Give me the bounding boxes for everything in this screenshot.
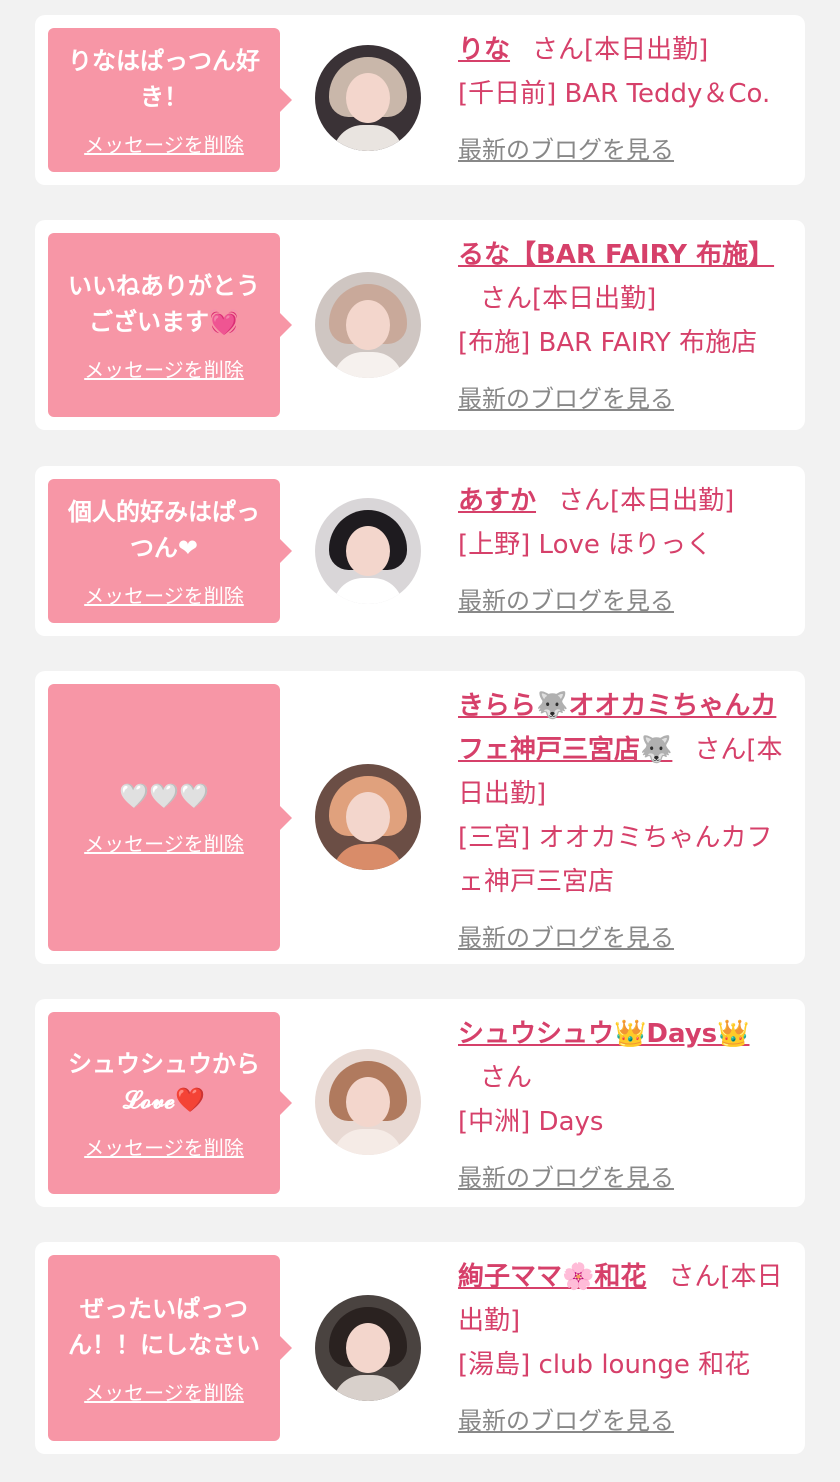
shop-info: [千日前] BAR Teddy＆Co. xyxy=(458,79,771,109)
message-text: りなはぱっつん好き！ xyxy=(68,46,260,111)
delete-message-link[interactable]: メッセージを削除 xyxy=(84,828,244,857)
message-bubble: りなはぱっつん好き！ メッセージを削除 xyxy=(48,28,292,172)
message-card: ぜったいぱっつん！！にしなさい メッセージを削除 絢子ママ🌸和花 さん[本日出勤]… xyxy=(35,1242,805,1454)
avatar[interactable] xyxy=(315,1049,421,1155)
message-list: りなはぱっつん好き！ メッセージを削除 りな さん[本日出勤] [千日前] BAR… xyxy=(0,0,840,1482)
message-bubble: シュウシュウから𝓛𝓸𝓿𝓮❤️ メッセージを削除 xyxy=(48,1012,292,1194)
message-card: 🤍🤍🤍 メッセージを削除 きらら🐺オオカミちゃんカフェ神戸三宮店🐺 さん[本日出勤… xyxy=(35,671,805,964)
cast-info: りな さん[本日出勤] [千日前] BAR Teddy＆Co. 最新のブログを見る xyxy=(458,28,788,165)
avatar[interactable] xyxy=(315,45,421,151)
latest-blog-link[interactable]: 最新のブログを見る xyxy=(458,379,674,414)
shop-info: [上野] Love ほりっく xyxy=(458,530,713,560)
message-bubble: 🤍🤍🤍 メッセージを削除 xyxy=(48,684,292,951)
latest-blog-link[interactable]: 最新のブログを見る xyxy=(458,130,674,165)
message-card: 個人的好みはぱっつん❤ メッセージを削除 あすか さん[本日出勤] [上野] Lo… xyxy=(35,466,805,636)
delete-message-link[interactable]: メッセージを削除 xyxy=(84,1377,244,1406)
cast-info: あすか さん[本日出勤] [上野] Love ほりっく 最新のブログを見る xyxy=(458,479,788,616)
cast-info: るな【BAR FAIRY 布施】さん[本日出勤] [布施] BAR FAIRY … xyxy=(458,233,788,414)
latest-blog-link[interactable]: 最新のブログを見る xyxy=(458,1158,674,1193)
latest-blog-link[interactable]: 最新のブログを見る xyxy=(458,918,674,953)
avatar[interactable] xyxy=(315,272,421,378)
cast-name-link[interactable]: シュウシュウ👑Days👑 xyxy=(458,1019,750,1049)
cast-name-link[interactable]: あすか xyxy=(458,486,536,516)
cast-status: さん xyxy=(480,1063,533,1093)
delete-message-link[interactable]: メッセージを削除 xyxy=(84,354,244,383)
message-bubble: ぜったいぱっつん！！にしなさい メッセージを削除 xyxy=(48,1255,292,1441)
avatar[interactable] xyxy=(315,498,421,604)
shop-info: [中洲] Days xyxy=(458,1107,604,1137)
delete-message-link[interactable]: メッセージを削除 xyxy=(84,580,244,609)
cast-name-link[interactable]: 絢子ママ🌸和花 xyxy=(458,1262,646,1292)
cast-status: さん[本日出勤] xyxy=(532,35,709,65)
cast-info: 絢子ママ🌸和花 さん[本日出勤] [湯島] club lounge 和花 最新のブ… xyxy=(458,1255,788,1436)
avatar[interactable] xyxy=(315,764,421,870)
latest-blog-link[interactable]: 最新のブログを見る xyxy=(458,581,674,616)
message-text: ぜったいぱっつん！！にしなさい xyxy=(68,1294,260,1359)
shop-info: [三宮] オオカミちゃんカフェ神戸三宮店 xyxy=(458,823,773,897)
cast-info: シュウシュウ👑Days👑 さん [中洲] Days 最新のブログを見る xyxy=(458,1012,788,1193)
shop-info: [布施] BAR FAIRY 布施店 xyxy=(458,328,758,358)
cast-status: さん[本日出勤] xyxy=(558,486,735,516)
message-text: シュウシュウから𝓛𝓸𝓿𝓮❤️ xyxy=(68,1049,260,1114)
message-text: いいねありがとうございます💓 xyxy=(68,271,260,336)
delete-message-link[interactable]: メッセージを削除 xyxy=(84,1132,244,1161)
delete-message-link[interactable]: メッセージを削除 xyxy=(84,129,244,158)
message-card: いいねありがとうございます💓 メッセージを削除 るな【BAR FAIRY 布施】… xyxy=(35,220,805,430)
latest-blog-link[interactable]: 最新のブログを見る xyxy=(458,1401,674,1436)
cast-name-link[interactable]: るな【BAR FAIRY 布施】 xyxy=(458,240,774,270)
cast-name-link[interactable]: りな xyxy=(458,35,510,65)
avatar[interactable] xyxy=(315,1295,421,1401)
message-text: 個人的好みはぱっつん❤ xyxy=(68,497,260,562)
message-card: りなはぱっつん好き！ メッセージを削除 りな さん[本日出勤] [千日前] BAR… xyxy=(35,15,805,185)
cast-info: きらら🐺オオカミちゃんカフェ神戸三宮店🐺 さん[本日出勤] [三宮] オオカミちゃ… xyxy=(458,684,788,953)
message-bubble: いいねありがとうございます💓 メッセージを削除 xyxy=(48,233,292,417)
message-card: シュウシュウから𝓛𝓸𝓿𝓮❤️ メッセージを削除 シュウシュウ👑Days👑 さん [… xyxy=(35,999,805,1207)
message-text: 🤍🤍🤍 xyxy=(119,782,209,810)
message-bubble: 個人的好みはぱっつん❤ メッセージを削除 xyxy=(48,479,292,623)
cast-status: さん[本日出勤] xyxy=(480,284,657,314)
shop-info: [湯島] club lounge 和花 xyxy=(458,1350,751,1380)
